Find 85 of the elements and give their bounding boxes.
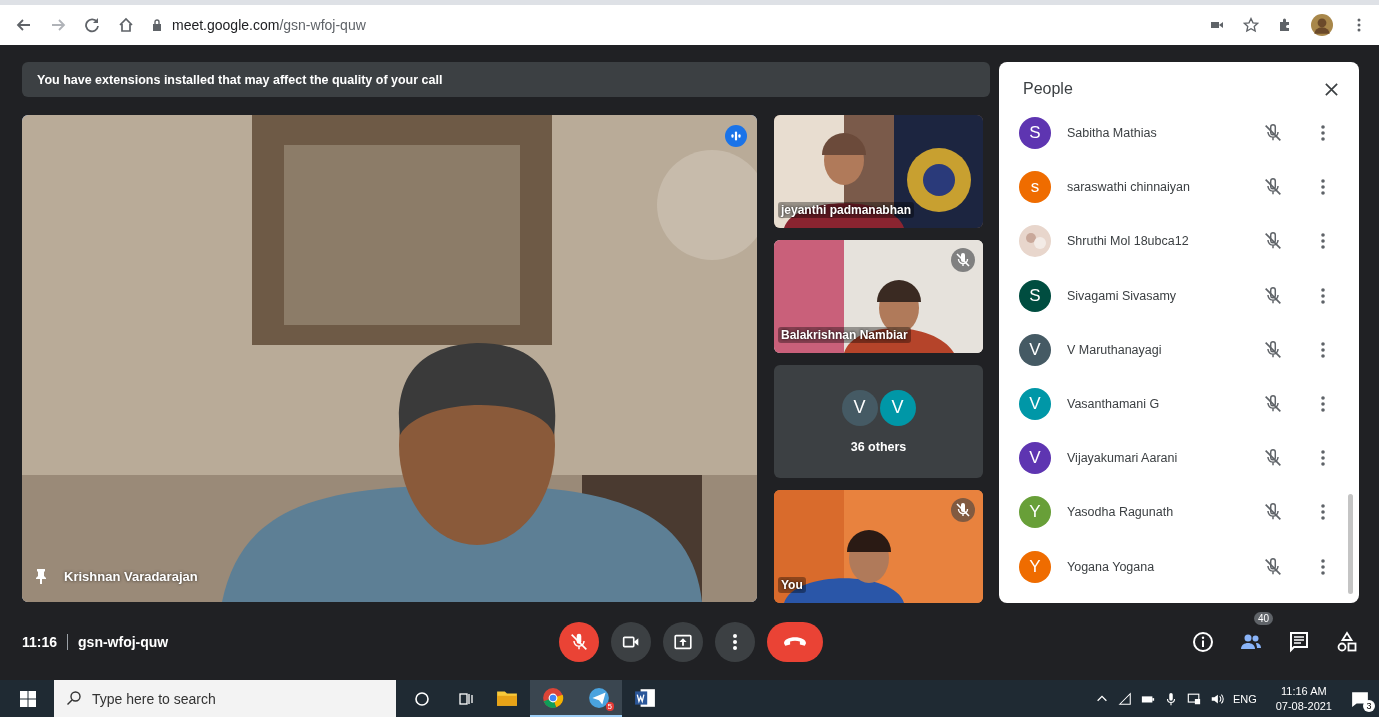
avatar: Y <box>1019 496 1051 529</box>
more-options-icon[interactable] <box>1320 232 1326 251</box>
mic-off-button[interactable] <box>558 621 599 662</box>
participant-name: Vijayakumari Aarani <box>1067 451 1179 466</box>
avatar: V <box>1019 333 1051 366</box>
display-icon[interactable] <box>1186 691 1201 706</box>
address-bar[interactable]: meet.google.com/gsn-wfoj-quw <box>152 10 1191 40</box>
others-count: 36 others <box>850 439 907 454</box>
cortana-icon[interactable] <box>414 690 430 707</box>
participant-row[interactable]: Y Yogana Yogana <box>999 539 1359 594</box>
participant-name: Balakrishnan Nambiar <box>778 327 911 343</box>
panel-title: People <box>1023 80 1073 98</box>
paper-plane-icon <box>588 686 610 709</box>
avatar: Y <box>1019 550 1051 583</box>
avatar: S <box>1019 117 1051 150</box>
star-icon[interactable] <box>1243 17 1259 33</box>
people-count-badge: 40 <box>1253 611 1273 625</box>
participant-name: Sabitha Mathias <box>1067 126 1158 141</box>
participant-name: Yasodha Ragunath <box>1067 505 1175 520</box>
url-text: meet.google.com/gsn-wfoj-quw <box>172 17 366 33</box>
scrollbar[interactable] <box>1348 494 1353 594</box>
back-icon[interactable] <box>16 17 32 33</box>
avatar: V <box>1019 442 1051 475</box>
participant-name: Krishnan Varadarajan <box>64 568 198 584</box>
participant-row[interactable]: Shruthi Mol 18ubca12 <box>999 214 1359 269</box>
task-view-icon[interactable] <box>458 690 474 707</box>
phone-icon <box>783 637 806 646</box>
more-options-icon[interactable] <box>1320 395 1326 414</box>
avatar: S <box>1019 279 1051 312</box>
avatar: V <box>1019 388 1051 421</box>
muted-mic-icon[interactable] <box>1262 284 1284 307</box>
more-options-icon[interactable] <box>1320 449 1326 468</box>
close-icon[interactable] <box>1324 81 1339 97</box>
chat-icon[interactable] <box>1287 629 1311 654</box>
participant-name: saraswathi chinnaiyan <box>1067 180 1191 195</box>
chrome-icon <box>542 686 564 709</box>
participant-name: Shruthi Mol 18ubca12 <box>1067 234 1190 249</box>
profile-avatar[interactable] <box>1311 14 1333 36</box>
meeting-time: 11:16 <box>22 633 58 650</box>
info-icon[interactable] <box>1191 629 1215 654</box>
participant-row[interactable]: V Vasanthamani G <box>999 376 1359 432</box>
muted-mic-icon[interactable] <box>1262 555 1284 578</box>
more-options-icon[interactable] <box>1320 503 1326 522</box>
muted-mic-icon[interactable] <box>1262 338 1284 361</box>
activities-icon[interactable] <box>1335 629 1359 654</box>
taskbar-search-field[interactable]: Type here to search <box>54 680 396 717</box>
more-options-icon <box>732 633 737 650</box>
more-options-icon[interactable] <box>1320 557 1326 576</box>
notification-icon[interactable] <box>1351 689 1369 708</box>
avatar: s <box>1019 171 1051 204</box>
participant-name: V Maruthanayagi <box>1067 342 1163 357</box>
participant-row[interactable]: S Sivagami Sivasamy <box>999 268 1359 323</box>
participant-row[interactable]: V Vijayakumari Aarani <box>999 431 1359 486</box>
app-badge: 5 <box>605 702 614 711</box>
participant-row[interactable]: S Sabitha Mathias <box>999 106 1359 161</box>
participant-row[interactable]: Y Yasodha Ragunath <box>999 485 1359 540</box>
home-icon[interactable] <box>118 17 134 33</box>
word-icon <box>634 686 656 709</box>
pin-icon[interactable] <box>34 568 48 584</box>
volume-icon[interactable] <box>1209 691 1224 706</box>
more-options-icon[interactable] <box>1320 286 1326 305</box>
clock-date[interactable]: 07-08-2021 <box>1275 698 1332 713</box>
more-options-icon[interactable] <box>1320 124 1326 143</box>
participant-name: Yogana Yogana <box>1067 559 1156 574</box>
banner-text: You have extensions installed that may affect the quality of your call <box>37 72 443 87</box>
avatar-photo-icon <box>1019 225 1051 258</box>
participant-row[interactable]: V V Maruthanayagi <box>999 322 1359 377</box>
others-tile[interactable]: V V 36 others <box>774 365 983 478</box>
network-icon[interactable] <box>1117 691 1132 706</box>
participant-row[interactable]: s saraswathi chinnaiyan <box>999 160 1359 215</box>
taskbar-app[interactable]: 5 <box>576 680 622 717</box>
participant-name: Sivagami Sivasamy <box>1067 288 1178 303</box>
more-options-icon[interactable] <box>1320 178 1326 197</box>
hang-up-button[interactable] <box>766 621 823 662</box>
avatar: V <box>879 389 916 426</box>
reload-icon[interactable] <box>84 17 100 33</box>
clock-time[interactable]: 11:16 AM <box>1281 684 1327 699</box>
windows-start-icon[interactable] <box>20 690 36 707</box>
participant-name: Vasanthamani G <box>1067 397 1161 412</box>
meeting-code: gsn-wfoj-quw <box>78 633 169 650</box>
more-options-icon[interactable] <box>1320 340 1326 359</box>
participant-name: You <box>778 577 806 593</box>
language-indicator[interactable]: ENG <box>1232 692 1257 705</box>
lock-icon <box>152 19 162 31</box>
avatar: V <box>841 389 878 426</box>
